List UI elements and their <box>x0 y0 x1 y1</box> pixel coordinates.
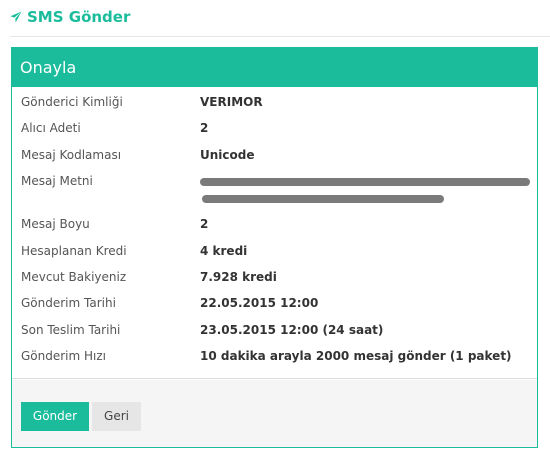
row-label: Mevcut Bakiyeniz <box>21 270 127 284</box>
row-label: Gönderici Kimliği <box>21 95 123 109</box>
row-value: 4 kredi <box>200 244 248 258</box>
row-value: 10 dakika arayla 2000 mesaj gönder (1 pa… <box>200 349 512 363</box>
panel-footer: Gönder Geri <box>12 380 537 447</box>
row-value: Unicode <box>200 148 255 162</box>
send-button[interactable]: Gönder <box>21 402 89 431</box>
row-label: Gönderim Tarihi <box>21 296 116 310</box>
row-value: VERIMOR <box>200 95 263 109</box>
redacted-message-text <box>200 173 530 203</box>
confirm-panel: Onayla Gönderici Kimliği VERIMOR Alıcı A… <box>11 47 538 448</box>
redaction-bar <box>202 195 444 203</box>
panel-body: Gönderici Kimliği VERIMOR Alıcı Adeti 2 … <box>12 87 537 379</box>
page-title-text: SMS Gönder <box>27 8 131 26</box>
row-label: Mesaj Metni <box>21 174 93 188</box>
row-value: 2 <box>200 217 209 231</box>
row-label: Mesaj Kodlaması <box>21 148 122 162</box>
row-value: 2 <box>200 121 209 135</box>
row-label: Alıcı Adeti <box>21 121 81 135</box>
back-button[interactable]: Geri <box>92 402 141 431</box>
header-divider <box>10 36 550 37</box>
row-label: Gönderim Hızı <box>21 349 107 363</box>
row-value: 22.05.2015 12:00 <box>200 296 319 310</box>
paper-plane-icon <box>10 11 22 23</box>
row-value: 7.928 kredi <box>200 270 277 284</box>
row-label: Mesaj Boyu <box>21 217 90 231</box>
redaction-bar <box>200 178 530 186</box>
row-label: Hesaplanan Kredi <box>21 244 127 258</box>
panel-heading: Onayla <box>12 48 537 87</box>
page-title: SMS Gönder <box>10 8 130 26</box>
row-label: Son Teslim Tarihi <box>21 323 121 337</box>
row-value: 23.05.2015 12:00 (24 saat) <box>200 323 384 337</box>
